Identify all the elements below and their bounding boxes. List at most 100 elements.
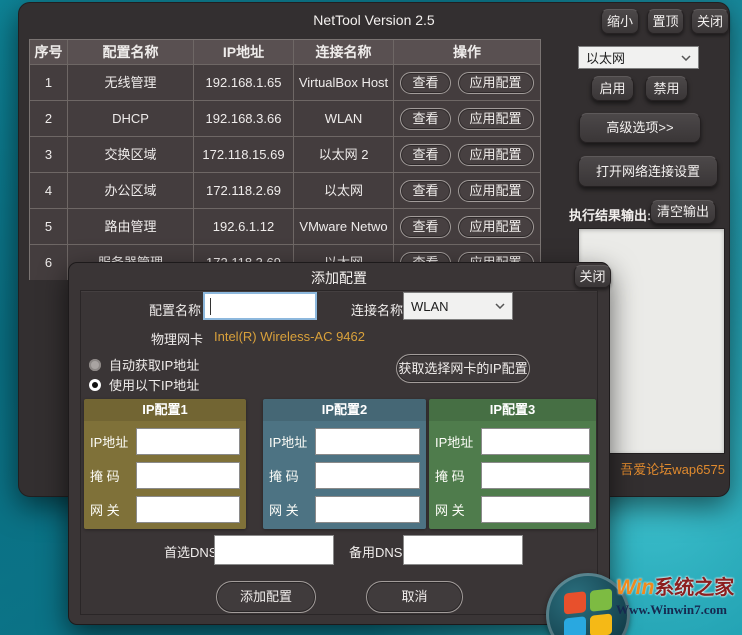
col-header-conn: 连接名称 bbox=[294, 40, 394, 64]
dialog-title: 添加配置 bbox=[311, 270, 367, 286]
view-button[interactable]: 查看 bbox=[400, 143, 451, 166]
ip-label: IP地址 bbox=[435, 435, 474, 450]
table-row[interactable]: 2 DHCP 192.168.3.66 WLAN 查看 应用配置 bbox=[30, 100, 540, 136]
row-conn: 以太网 2 bbox=[294, 137, 394, 172]
add-config-dialog: 添加配置 关闭 配置名称 连接名称 WLAN 物理网卡 Intel(R) Wir… bbox=[68, 262, 611, 625]
mask-input-3[interactable] bbox=[481, 462, 590, 489]
gateway-input-1[interactable] bbox=[136, 496, 240, 523]
view-button[interactable]: 查看 bbox=[400, 179, 451, 202]
dns-primary-input[interactable] bbox=[214, 535, 334, 565]
table-row[interactable]: 5 路由管理 192.6.1.12 VMware Netwo 查看 应用配置 bbox=[30, 208, 540, 244]
gateway-input-2[interactable] bbox=[315, 496, 420, 523]
row-config-name: 交换区域 bbox=[68, 137, 194, 172]
table-row[interactable]: 4 办公区域 172.118.2.69 以太网 查看 应用配置 bbox=[30, 172, 540, 208]
close-button[interactable]: 关闭 bbox=[691, 9, 729, 34]
mask-label: 掩 码 bbox=[90, 469, 120, 484]
open-network-settings-button[interactable]: 打开网络连接设置 bbox=[578, 156, 718, 187]
minimize-button[interactable]: 缩小 bbox=[601, 9, 639, 34]
mask-input-2[interactable] bbox=[315, 462, 420, 489]
desktop: NetTool Version 2.5 缩小 置顶 关闭 序号 配置名称 IP地… bbox=[0, 0, 742, 635]
mask-label: 掩 码 bbox=[269, 469, 299, 484]
watermark-text: Win系统之家 Www.Winwin7.com bbox=[616, 576, 742, 618]
radio-auto-ip-label: 自动获取IP地址 bbox=[109, 358, 200, 373]
pin-top-button[interactable]: 置顶 bbox=[647, 9, 684, 34]
row-ip: 192.168.3.66 bbox=[194, 101, 294, 136]
ip-config-panel-3: IP配置3 IP地址 掩 码 网 关 bbox=[429, 399, 596, 529]
col-header-name: 配置名称 bbox=[68, 40, 194, 64]
ip-label: IP地址 bbox=[90, 435, 129, 450]
col-header-ops: 操作 bbox=[453, 44, 481, 60]
view-button[interactable]: 查看 bbox=[400, 215, 451, 238]
row-conn: 以太网 bbox=[294, 173, 394, 208]
view-button[interactable]: 查看 bbox=[400, 107, 451, 130]
row-num: 6 bbox=[30, 245, 68, 280]
ip-config-panel-1: IP配置1 IP地址 掩 码 网 关 bbox=[84, 399, 246, 529]
radio-auto-ip[interactable]: 自动获取IP地址 bbox=[89, 355, 199, 374]
row-config-name: DHCP bbox=[68, 101, 194, 136]
text-caret bbox=[210, 298, 211, 315]
config-name-input[interactable] bbox=[203, 292, 317, 320]
output-label: 执行结果输出: bbox=[569, 208, 652, 223]
adapter-selected-value: 以太网 bbox=[586, 51, 626, 66]
dns-primary-label: 首选DNS bbox=[164, 545, 218, 560]
gateway-label: 网 关 bbox=[435, 503, 465, 518]
table-row[interactable]: 1 无线管理 192.168.1.65 VirtualBox Host 查看 应用… bbox=[30, 64, 540, 100]
ip-address-input-3[interactable] bbox=[481, 428, 590, 455]
cancel-button[interactable]: 取消 bbox=[366, 581, 463, 613]
mask-input-1[interactable] bbox=[136, 462, 240, 489]
row-num: 3 bbox=[30, 137, 68, 172]
advanced-options-button[interactable]: 高级选项>> bbox=[579, 113, 701, 143]
radio-button-icon bbox=[89, 358, 101, 371]
clear-output-button[interactable]: 清空输出 bbox=[650, 200, 716, 224]
dialog-close-button[interactable]: 关闭 bbox=[574, 265, 611, 288]
row-ip: 192.168.1.65 bbox=[194, 65, 294, 100]
row-num: 2 bbox=[30, 101, 68, 136]
conn-name-label: 连接名称 bbox=[351, 303, 404, 318]
ip-address-input-1[interactable] bbox=[136, 428, 240, 455]
row-num: 4 bbox=[30, 173, 68, 208]
table-header-row: 序号 配置名称 IP地址 连接名称 操作 bbox=[30, 40, 540, 64]
dns-secondary-input[interactable] bbox=[403, 535, 523, 565]
radio-button-icon bbox=[89, 378, 101, 391]
radio-manual-ip-label: 使用以下IP地址 bbox=[109, 378, 200, 393]
gateway-input-3[interactable] bbox=[481, 496, 590, 523]
config-name-label: 配置名称 bbox=[149, 303, 202, 318]
view-button[interactable]: 查看 bbox=[400, 71, 451, 94]
conn-name-select[interactable]: WLAN bbox=[403, 292, 513, 320]
nic-value: Intel(R) Wireless-AC 9462 bbox=[214, 329, 365, 344]
apply-config-button[interactable]: 应用配置 bbox=[457, 143, 534, 166]
radio-manual-ip[interactable]: 使用以下IP地址 bbox=[89, 375, 199, 394]
row-conn: VMware Netwo bbox=[294, 209, 394, 244]
row-ip: 192.6.1.12 bbox=[194, 209, 294, 244]
ip-label: IP地址 bbox=[269, 435, 308, 450]
dns-secondary-label: 备用DNS bbox=[349, 545, 403, 560]
chevron-down-icon bbox=[495, 303, 505, 309]
config-table: 序号 配置名称 IP地址 连接名称 操作 1 无线管理 192.168.1.65… bbox=[29, 39, 541, 280]
add-config-submit-button[interactable]: 添加配置 bbox=[216, 581, 316, 613]
adapter-select[interactable]: 以太网 bbox=[578, 46, 699, 69]
row-config-name: 办公区域 bbox=[68, 173, 194, 208]
ip-address-input-2[interactable] bbox=[315, 428, 420, 455]
row-ip: 172.118.15.69 bbox=[194, 137, 294, 172]
conn-selected-value: WLAN bbox=[411, 298, 449, 314]
brand-site: Www.Winwin7.com bbox=[616, 602, 727, 618]
apply-config-button[interactable]: 应用配置 bbox=[457, 71, 534, 94]
table-row[interactable]: 3 交换区域 172.118.15.69 以太网 2 查看 应用配置 bbox=[30, 136, 540, 172]
get-nic-ip-config-button[interactable]: 获取选择网卡的IP配置 bbox=[396, 354, 530, 383]
gateway-label: 网 关 bbox=[269, 503, 299, 518]
ip-config-panel-2: IP配置2 IP地址 掩 码 网 关 bbox=[263, 399, 426, 529]
ip-panel-title: IP配置3 bbox=[429, 399, 596, 421]
disable-button[interactable]: 禁用 bbox=[645, 76, 688, 101]
enable-button[interactable]: 启用 bbox=[591, 76, 634, 101]
row-config-name: 无线管理 bbox=[68, 65, 194, 100]
col-header-num: 序号 bbox=[30, 40, 68, 64]
mask-label: 掩 码 bbox=[435, 469, 465, 484]
row-conn: VirtualBox Host bbox=[294, 65, 394, 100]
row-config-name: 路由管理 bbox=[68, 209, 194, 244]
apply-config-button[interactable]: 应用配置 bbox=[457, 215, 534, 238]
apply-config-button[interactable]: 应用配置 bbox=[457, 179, 534, 202]
row-num: 5 bbox=[30, 209, 68, 244]
apply-config-button[interactable]: 应用配置 bbox=[457, 107, 534, 130]
brand-en: Win bbox=[616, 576, 655, 599]
chevron-down-icon bbox=[681, 54, 691, 61]
